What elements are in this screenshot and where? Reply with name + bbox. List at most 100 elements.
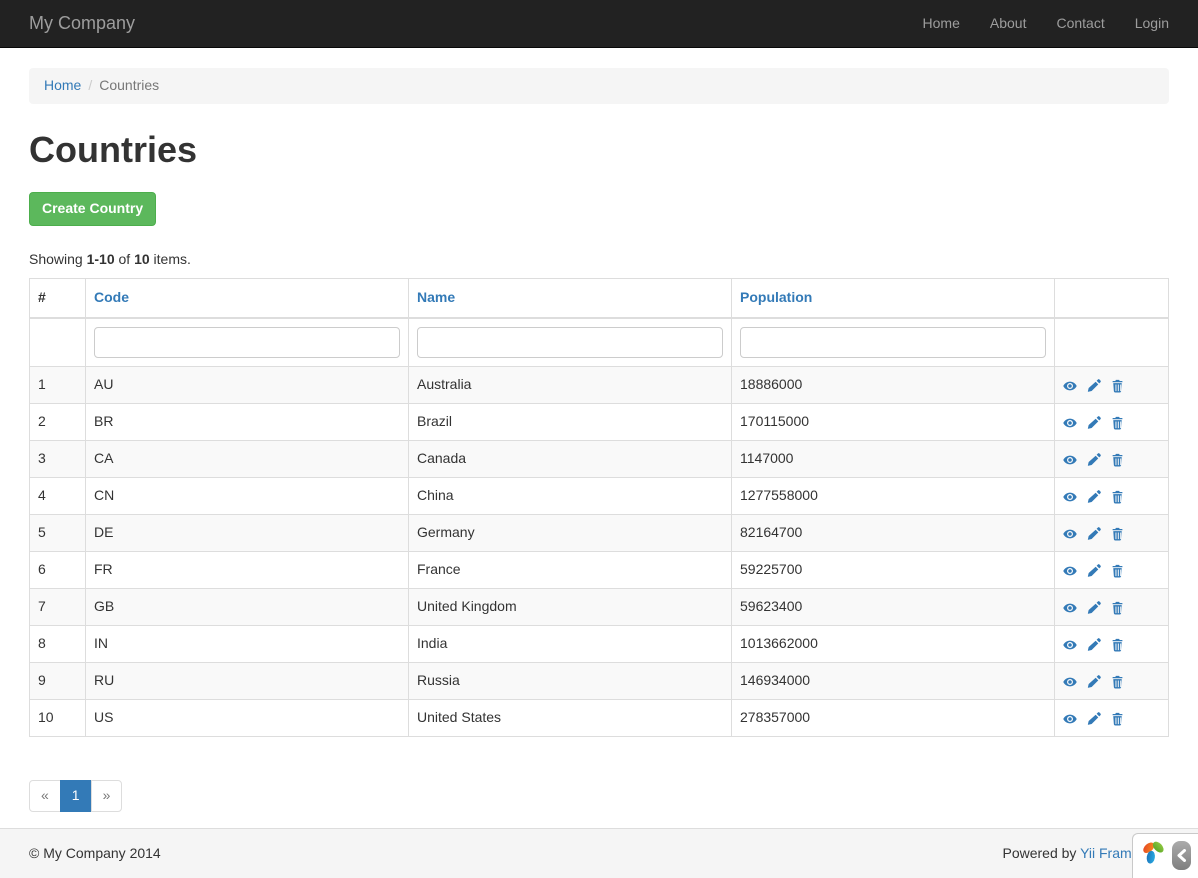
row-code: RU — [86, 663, 409, 700]
row-population: 1147000 — [732, 441, 1055, 478]
update-button[interactable] — [1087, 562, 1101, 577]
row-code: US — [86, 700, 409, 737]
table-row: 3 CA Canada 1147000 — [30, 441, 1169, 478]
view-button[interactable] — [1063, 710, 1077, 725]
code-filter-input[interactable] — [94, 327, 400, 358]
debug-toolbar — [1132, 833, 1198, 878]
delete-button[interactable] — [1111, 525, 1124, 540]
row-population: 82164700 — [732, 515, 1055, 552]
row-index: 3 — [30, 441, 86, 478]
trash-icon — [1111, 416, 1124, 430]
table-row: 5 DE Germany 82164700 — [30, 515, 1169, 552]
view-button[interactable] — [1063, 488, 1077, 503]
brand-link[interactable]: My Company — [29, 0, 135, 47]
header-row: # Code Name Population — [30, 279, 1169, 318]
breadcrumb-home-link[interactable]: Home — [44, 77, 81, 93]
update-button[interactable] — [1087, 673, 1101, 688]
row-index: 2 — [30, 404, 86, 441]
update-button[interactable] — [1087, 488, 1101, 503]
table-row: 7 GB United Kingdom 59623400 — [30, 589, 1169, 626]
row-population: 146934000 — [732, 663, 1055, 700]
summary-range: 1-10 — [87, 251, 115, 267]
countries-grid: # Code Name Population 1 AU Australia 18… — [29, 278, 1169, 737]
row-code: DE — [86, 515, 409, 552]
row-name: Canada — [409, 441, 732, 478]
row-population: 1013662000 — [732, 626, 1055, 663]
row-code: BR — [86, 404, 409, 441]
row-population: 1277558000 — [732, 478, 1055, 515]
delete-button[interactable] — [1111, 673, 1124, 688]
delete-button[interactable] — [1111, 562, 1124, 577]
delete-button[interactable] — [1111, 414, 1124, 429]
row-actions — [1055, 478, 1169, 515]
pagination-next-button[interactable]: » — [91, 780, 123, 812]
view-button[interactable] — [1063, 525, 1077, 540]
create-country-button[interactable]: Create Country — [29, 192, 156, 226]
column-header-actions — [1055, 279, 1169, 318]
trash-icon — [1111, 712, 1124, 726]
delete-button[interactable] — [1111, 488, 1124, 503]
view-button[interactable] — [1063, 673, 1077, 688]
pagination-page-1[interactable]: 1 — [60, 780, 92, 812]
view-button[interactable] — [1063, 377, 1077, 392]
row-code: CN — [86, 478, 409, 515]
population-filter-input[interactable] — [740, 327, 1046, 358]
row-code: CA — [86, 441, 409, 478]
row-index: 7 — [30, 589, 86, 626]
column-header-population[interactable]: Population — [740, 289, 812, 305]
update-button[interactable] — [1087, 414, 1101, 429]
pencil-icon — [1087, 453, 1101, 467]
trash-icon — [1111, 564, 1124, 578]
column-header-code[interactable]: Code — [94, 289, 129, 305]
debug-collapse-button[interactable] — [1172, 841, 1191, 870]
delete-button[interactable] — [1111, 377, 1124, 392]
update-button[interactable] — [1087, 636, 1101, 651]
nav-item-about[interactable]: About — [975, 0, 1042, 47]
column-header-name[interactable]: Name — [417, 289, 455, 305]
delete-button[interactable] — [1111, 451, 1124, 466]
table-row: 2 BR Brazil 170115000 — [30, 404, 1169, 441]
view-button[interactable] — [1063, 562, 1077, 577]
pencil-icon — [1087, 527, 1101, 541]
row-index: 6 — [30, 552, 86, 589]
row-code: IN — [86, 626, 409, 663]
delete-button[interactable] — [1111, 710, 1124, 725]
view-button[interactable] — [1063, 414, 1077, 429]
view-button[interactable] — [1063, 636, 1077, 651]
pagination-prev-button[interactable]: « — [29, 780, 61, 812]
name-filter-input[interactable] — [417, 327, 723, 358]
trash-icon — [1111, 638, 1124, 652]
yii-logo-icon[interactable] — [1140, 839, 1167, 872]
delete-button[interactable] — [1111, 599, 1124, 614]
view-button[interactable] — [1063, 451, 1077, 466]
row-name: United States — [409, 700, 732, 737]
table-row: 10 US United States 278357000 — [30, 700, 1169, 737]
trash-icon — [1111, 490, 1124, 504]
nav-item-home[interactable]: Home — [908, 0, 975, 47]
pencil-icon — [1087, 638, 1101, 652]
update-button[interactable] — [1087, 710, 1101, 725]
eye-icon — [1063, 416, 1077, 430]
update-button[interactable] — [1087, 377, 1101, 392]
delete-button[interactable] — [1111, 636, 1124, 651]
row-name: France — [409, 552, 732, 589]
main-content: Home / Countries Countries Create Countr… — [14, 68, 1184, 812]
row-index: 10 — [30, 700, 86, 737]
row-code: AU — [86, 367, 409, 404]
trash-icon — [1111, 527, 1124, 541]
update-button[interactable] — [1087, 451, 1101, 466]
row-actions — [1055, 700, 1169, 737]
update-button[interactable] — [1087, 525, 1101, 540]
row-code: GB — [86, 589, 409, 626]
table-row: 6 FR France 59225700 — [30, 552, 1169, 589]
pencil-icon — [1087, 564, 1101, 578]
view-button[interactable] — [1063, 599, 1077, 614]
update-button[interactable] — [1087, 599, 1101, 614]
eye-icon — [1063, 379, 1077, 393]
trash-icon — [1111, 379, 1124, 393]
nav-item-contact[interactable]: Contact — [1041, 0, 1119, 47]
table-row: 1 AU Australia 18886000 — [30, 367, 1169, 404]
pencil-icon — [1087, 490, 1101, 504]
nav-item-login[interactable]: Login — [1120, 0, 1169, 47]
summary-total: 10 — [134, 251, 150, 267]
